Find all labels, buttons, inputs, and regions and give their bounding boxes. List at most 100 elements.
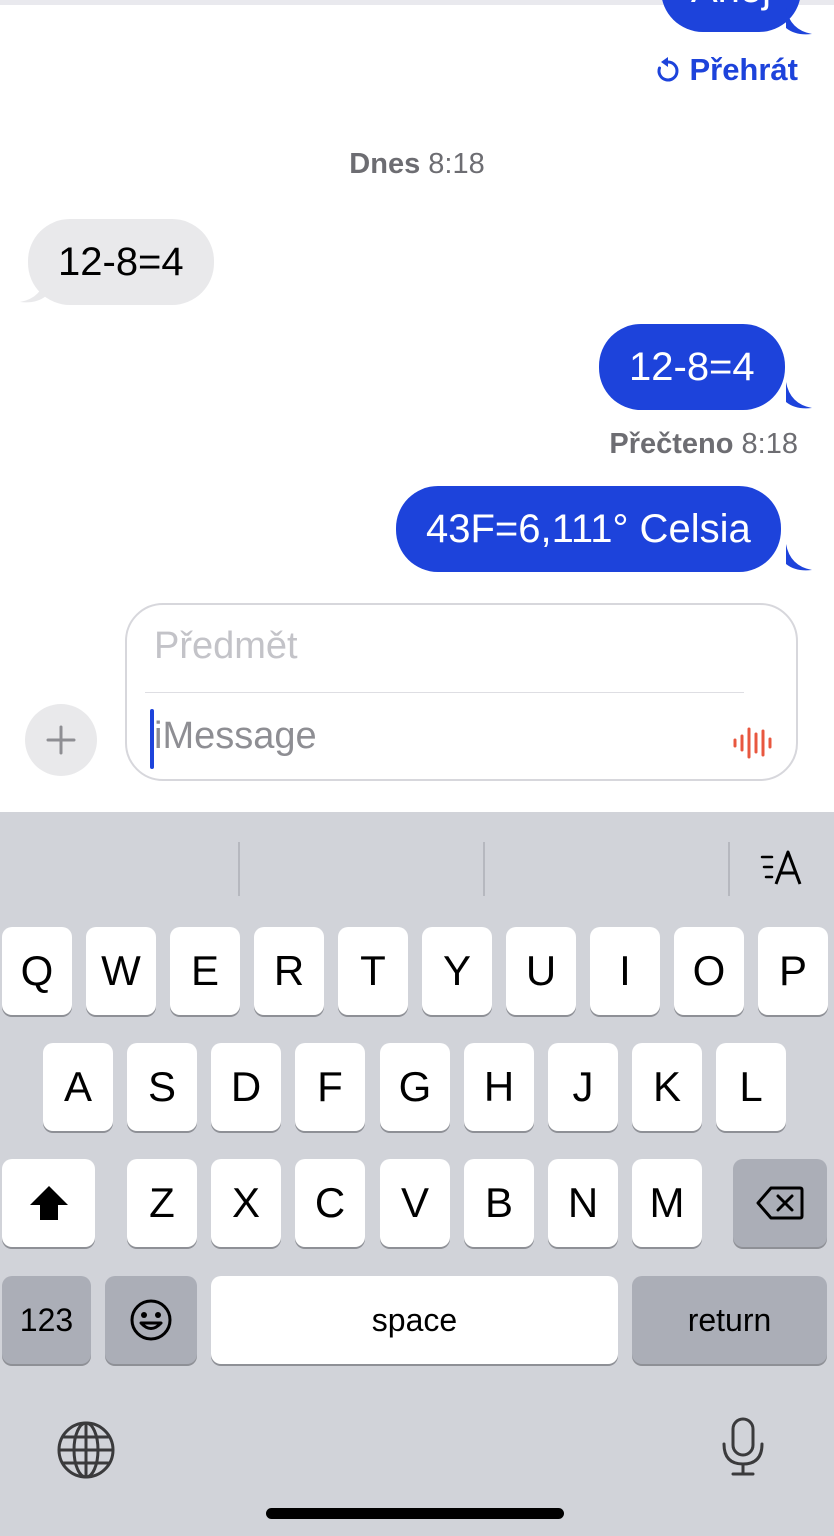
key-label: O [692,947,726,994]
plus-icon [46,725,76,755]
message-bubble-outgoing[interactable]: 43F=6,111° Celsia [396,486,781,572]
key-l[interactable]: L [716,1043,786,1131]
key-label: X [231,1179,260,1226]
message-text: 12-8=4 [58,240,184,284]
emoji-key[interactable] [105,1276,197,1364]
key-label: S [147,1063,176,1110]
key-label: P [778,947,807,994]
read-time: 8:18 [741,428,798,460]
globe-icon[interactable] [56,1420,116,1480]
key-t[interactable]: T [338,927,408,1015]
prediction-divider [728,842,730,896]
text-format-icon[interactable] [758,848,806,888]
key-label: E [190,947,219,994]
key-label: R [273,947,305,994]
message-text: Ahoj [691,0,771,11]
return-key[interactable]: return [632,1276,827,1364]
key-n[interactable]: N [548,1159,618,1247]
message-input[interactable]: iMessage [154,715,317,758]
key-label: N [567,1179,599,1226]
key-x[interactable]: X [211,1159,281,1247]
bubble-tail [786,382,812,409]
key-v[interactable]: V [380,1159,450,1247]
bubble-tail [786,544,812,571]
key-i[interactable]: I [590,927,660,1015]
key-label: G [398,1063,432,1110]
timestamp-day: Dnes [349,148,421,180]
subject-field[interactable]: Předmět [154,625,298,668]
key-label: W [101,947,141,994]
key-r[interactable]: R [254,927,324,1015]
key-c[interactable]: C [295,1159,365,1247]
key-label: 123 [19,1301,74,1338]
timestamp-time: 8:18 [428,148,485,180]
prediction-divider [238,842,240,896]
key-label: L [739,1063,763,1110]
key-label: I [619,947,631,994]
key-z[interactable]: Z [127,1159,197,1247]
composer-divider [145,692,744,693]
key-label: space [371,1301,458,1338]
key-p[interactable]: P [758,927,828,1015]
key-o[interactable]: O [674,927,744,1015]
audio-waveform-icon[interactable] [732,725,774,761]
key-d[interactable]: D [211,1043,281,1131]
shift-key[interactable] [2,1159,95,1247]
home-indicator[interactable] [266,1508,564,1519]
bubble-tail [786,8,812,35]
key-label: return [687,1301,772,1338]
key-label: Z [149,1179,175,1226]
key-label: D [230,1063,262,1110]
keyboard: Q W E R T Y U I O P A S D F G H J K L Z … [0,812,834,1536]
key-label: B [484,1179,513,1226]
backspace-key[interactable] [733,1159,827,1247]
key-label: C [314,1179,346,1226]
apps-plus-button[interactable] [25,704,97,776]
key-k[interactable]: K [632,1043,702,1131]
read-receipt: Přečteno 8:18 [609,428,798,461]
numbers-key[interactable]: 123 [2,1276,91,1364]
key-s[interactable]: S [127,1043,197,1131]
key-f[interactable]: F [295,1043,365,1131]
conversation-timestamp: Dnes 8:18 [0,148,834,181]
key-label: F [317,1063,343,1110]
key-a[interactable]: A [43,1043,113,1131]
replay-button[interactable]: Přehrát [655,52,798,88]
key-y[interactable]: Y [422,927,492,1015]
prediction-divider [483,842,485,896]
key-w[interactable]: W [86,927,156,1015]
shift-icon [29,1186,68,1220]
backspace-icon [756,1186,804,1220]
message-text: 12-8=4 [629,345,755,389]
key-h[interactable]: H [464,1043,534,1131]
microphone-icon[interactable] [718,1416,768,1478]
key-j[interactable]: J [548,1043,618,1131]
message-bubble-incoming[interactable]: 12-8=4 [28,219,214,305]
key-label: Q [20,947,54,994]
key-label: V [400,1179,429,1226]
message-bubble-outgoing[interactable]: 12-8=4 [599,324,785,410]
conversation-view: Ahoj Přehrát Dnes 8:18 12-8=4 12-8=4 Pře… [0,0,834,812]
key-g[interactable]: G [380,1043,450,1131]
key-label: H [483,1063,515,1110]
key-b[interactable]: B [464,1159,534,1247]
key-label: Y [442,947,471,994]
key-q[interactable]: Q [2,927,72,1015]
key-label: K [652,1063,681,1110]
emoji-icon [130,1299,172,1341]
key-label: A [63,1063,92,1110]
message-bubble-outgoing-partial[interactable]: Ahoj [661,0,801,32]
space-key[interactable]: space [211,1276,618,1364]
message-text: 43F=6,111° Celsia [426,507,751,551]
key-label: U [525,947,557,994]
read-label: Přečteno [609,428,734,460]
replay-label: Přehrát [689,52,798,87]
key-e[interactable]: E [170,927,240,1015]
key-m[interactable]: M [632,1159,702,1247]
replay-icon [657,57,679,82]
key-label: M [649,1179,685,1226]
key-label: T [360,947,386,994]
key-label: J [572,1063,594,1110]
message-composer[interactable]: Předmět iMessage [125,603,798,781]
key-u[interactable]: U [506,927,576,1015]
